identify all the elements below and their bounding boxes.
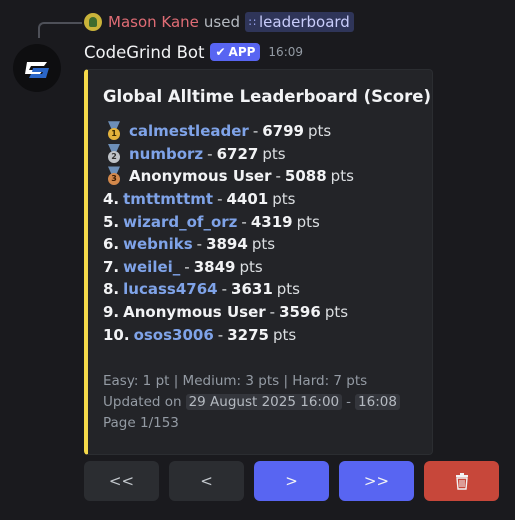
points-info: Easy: 1 pt | Medium: 3 pts | Hard: 7 pts [103,372,368,389]
rank-number: 10. [103,325,130,344]
rank-number: 7. [103,257,120,276]
player-link[interactable]: lucass4764 [123,280,217,298]
slash-command-icon: ∷ [248,15,256,29]
rank-number: 9. [103,303,120,322]
player-link[interactable]: weilei_ [123,258,180,276]
separator: - [275,167,281,186]
delete-button[interactable] [424,461,499,501]
updated-separator: - [346,393,352,410]
player-score: 5088 [284,167,327,186]
leaderboard-row: 3 Anonymous User -5088 pts [103,165,354,188]
leaderboard-row: 4. tmttmttmt -4401 pts [103,188,354,211]
message-header: CodeGrind Bot ✔ APP 16:09 [84,40,303,64]
first-page-button[interactable]: << [84,461,159,501]
rank-number: 6. [103,235,120,254]
leaderboard-row: 10. osos3006-3275 pts [103,323,354,346]
separator: - [207,144,213,163]
message-timestamp[interactable]: 16:09 [268,45,303,59]
page-indicator: Page 1/153 [103,414,179,431]
command-mention[interactable]: ∷ leaderboard [244,12,354,32]
player-score: 3631 [231,280,273,299]
player-link[interactable]: wizard_of_orz [123,213,237,231]
prev-page-button[interactable]: < [169,461,244,501]
player-name: Anonymous User [129,167,272,186]
leaderboard-list: 1 calmestleader -6799 pts 2 numborz -6727 pts 3 A… [103,120,354,346]
separator: - [184,257,190,276]
score-unit: pts [324,303,349,322]
verified-check-icon: ✔ [215,45,226,59]
app-badge-label: APP [228,45,256,59]
score-unit: pts [296,212,320,231]
score-unit: pts [262,144,286,163]
leaderboard-row: 1 calmestleader -6799 pts [103,120,354,143]
score-unit: pts [272,190,296,209]
reply-username[interactable]: Mason Kane [108,13,199,31]
player-score: 6727 [216,144,259,163]
app-badge: ✔ APP [210,43,261,61]
player-link[interactable]: tmttmttmt [123,190,213,208]
leaderboard-embed: Global Alltime Leaderboard (Score) 1 calm… [84,69,433,455]
reply-connector [38,22,82,38]
bot-name[interactable]: CodeGrind Bot [84,43,204,62]
bronze-medal-icon: 3 [103,166,125,186]
score-unit: pts [276,280,300,299]
command-name: leaderboard [258,13,350,31]
trash-icon [455,473,468,490]
bot-avatar[interactable] [13,44,61,92]
separator: - [217,190,223,209]
player-link[interactable]: webniks [123,235,193,253]
reply-used-text: used [203,13,240,31]
player-score: 4401 [226,190,269,209]
leaderboard-row: 8. lucass4764-3631 pts [103,278,354,301]
score-unit: pts [272,325,297,344]
codegrind-logo-icon [25,62,49,78]
updated-line: Updated on 29 August 2025 16:00 - 16:08 [103,391,404,412]
score-unit: pts [251,235,276,254]
player-score: 3275 [227,325,269,344]
player-link[interactable]: calmestleader [129,122,249,140]
separator: - [221,280,228,299]
updated-date[interactable]: 29 August 2025 16:00 [185,393,343,410]
separator: - [252,122,259,141]
separator: - [217,325,224,344]
leaderboard-row: 7. weilei_ -3849 pts [103,256,354,279]
score-unit: pts [330,167,354,186]
embed-footer: Easy: 1 pt | Medium: 3 pts | Hard: 7 pts… [103,370,404,433]
leaderboard-row: 9. Anonymous User -3596 pts [103,301,354,324]
rank-number: 4. [103,190,120,209]
separator: - [196,235,203,254]
separator: - [241,212,247,231]
gold-medal-icon: 1 [103,121,125,141]
player-score: 3894 [206,235,248,254]
leaderboard-row: 2 numborz -6727 pts [103,143,354,166]
score-unit: pts [307,122,332,141]
user-avatar[interactable] [84,13,102,31]
next-page-button[interactable]: > [254,461,329,501]
leaderboard-row: 5. wizard_of_orz -4319 pts [103,210,354,233]
player-link[interactable]: osos3006 [134,326,214,344]
player-name: Anonymous User [123,303,266,322]
embed-title: Global Alltime Leaderboard (Score) [103,87,431,106]
separator: - [269,303,276,322]
rank-number: 8. [103,280,120,299]
updated-prefix: Updated on [103,393,182,410]
player-score: 6799 [262,122,304,141]
player-score: 4319 [250,212,293,231]
player-score: 3849 [193,257,236,276]
pagination-buttons: << < > >> [84,461,499,501]
score-unit: pts [239,257,263,276]
reply-context: Mason Kane used ∷ leaderboard [84,11,354,33]
player-score: 3596 [279,303,321,322]
rank-number: 5. [103,212,120,231]
player-link[interactable]: numborz [129,145,203,163]
leaderboard-row: 6. webniks -3894 pts [103,233,354,256]
last-page-button[interactable]: >> [339,461,414,501]
silver-medal-icon: 2 [103,143,125,164]
updated-time[interactable]: 16:08 [355,393,400,410]
